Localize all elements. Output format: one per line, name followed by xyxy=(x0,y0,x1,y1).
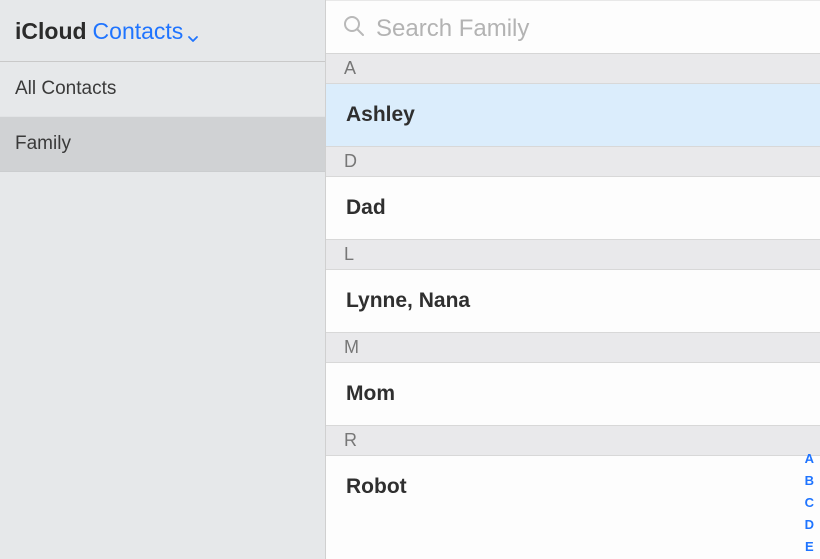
section-header: A xyxy=(326,54,820,84)
alpha-index-letter[interactable]: B xyxy=(805,474,814,487)
alpha-index-letter[interactable]: C xyxy=(805,496,814,509)
contact-row[interactable]: Mom xyxy=(326,363,820,425)
contact-row[interactable]: Ashley xyxy=(326,84,820,146)
section-header: D xyxy=(326,146,820,177)
search-input[interactable] xyxy=(376,15,804,43)
sidebar: iCloud Contacts All Contacts Family xyxy=(0,0,326,559)
contact-name: Dad xyxy=(346,196,386,219)
alpha-index-letter[interactable]: D xyxy=(805,518,814,531)
sidebar-item-label: All Contacts xyxy=(15,78,116,99)
app-name-label: Contacts xyxy=(93,18,184,45)
alpha-index-letter[interactable]: E xyxy=(805,540,814,553)
sidebar-header: iCloud Contacts xyxy=(0,0,325,62)
brand-label: iCloud xyxy=(15,18,87,45)
section-header: M xyxy=(326,332,820,363)
section-header: R xyxy=(326,425,820,456)
sidebar-item-label: Family xyxy=(15,133,71,154)
contact-name: Lynne, Nana xyxy=(346,289,470,312)
contact-row[interactable]: Dad xyxy=(326,177,820,239)
main-panel: AAshleyDDadLLynne, NanaMMomRRobot ABCDE xyxy=(326,0,820,559)
alpha-index: ABCDE xyxy=(805,452,814,553)
search-icon xyxy=(342,14,366,43)
search-bar xyxy=(326,0,820,54)
contacts-list: A Ashley D Dad L Lynne, Nana M Mom R Robot xyxy=(326,54,820,559)
alpha-index-letter[interactable]: A xyxy=(805,452,814,465)
sidebar-item-all-contacts[interactable]: All Contacts xyxy=(0,62,325,117)
contact-name: Mom xyxy=(346,382,395,405)
contact-row[interactable]: Robot xyxy=(326,456,820,518)
app-switcher[interactable]: Contacts xyxy=(93,18,198,45)
contact-row[interactable]: Lynne, Nana xyxy=(326,270,820,332)
contact-name: Robot xyxy=(346,475,407,498)
contact-name: Ashley xyxy=(346,103,415,126)
section-header: L xyxy=(326,239,820,270)
chevron-down-icon xyxy=(187,24,197,34)
sidebar-list: All Contacts Family xyxy=(0,62,325,559)
sidebar-item-family[interactable]: Family xyxy=(0,117,325,172)
